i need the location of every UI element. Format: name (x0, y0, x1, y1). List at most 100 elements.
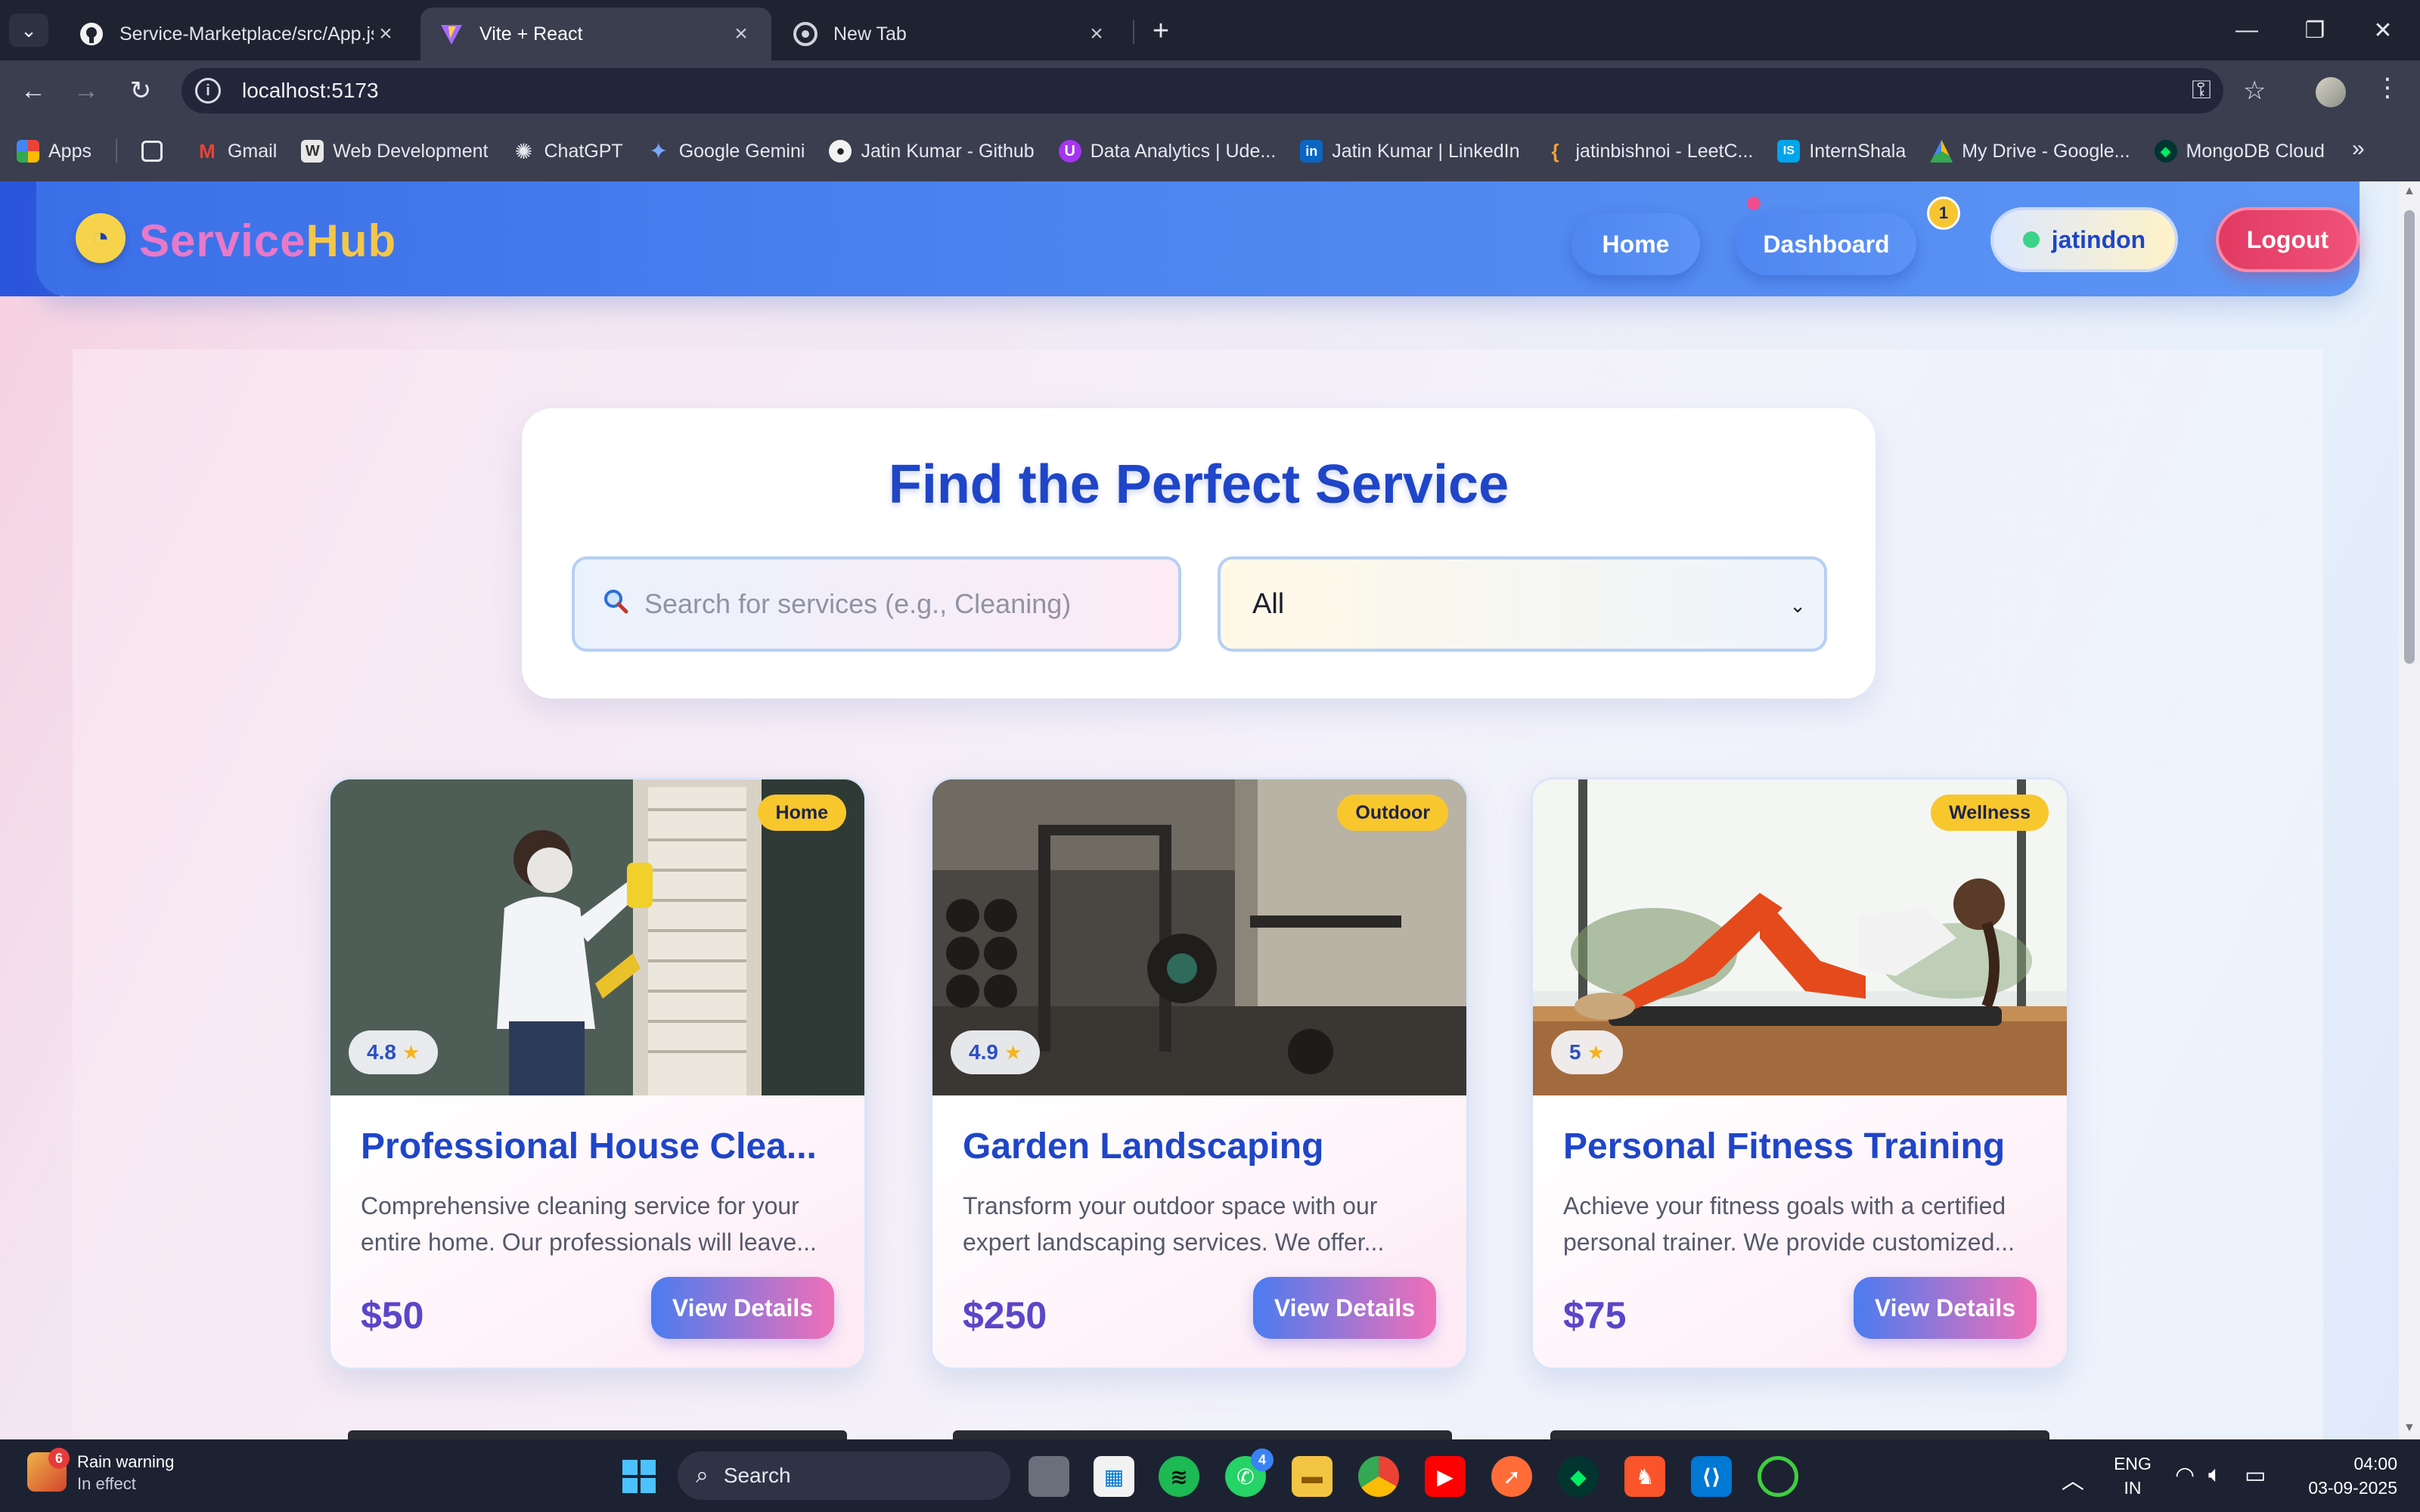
back-icon[interactable]: ← (14, 71, 53, 110)
bookmark-drive[interactable]: My Drive - Google... (1930, 140, 2130, 163)
chrome-taskbar-icon[interactable] (1358, 1456, 1399, 1497)
tray-overflow-icon[interactable]: ︿ (2062, 1462, 2084, 1495)
taskbar-search[interactable]: ⌕ Search (678, 1452, 1010, 1500)
nav-dashboard-button[interactable]: Dashboard (1736, 213, 1916, 275)
bookmark-gemini[interactable]: ✦ Google Gemini (647, 139, 805, 164)
category-select[interactable]: All ⌄ (1218, 556, 1827, 652)
weather-widget[interactable]: 6 Rain warning In effect (27, 1448, 175, 1494)
category-tag: Home (757, 795, 846, 831)
online-status-dot (2022, 231, 2040, 248)
scroll-down-icon[interactable]: ▼ (2403, 1421, 2415, 1435)
bookmark-internshala[interactable]: IS InternShala (1777, 140, 1906, 163)
forward-icon[interactable]: → (67, 71, 106, 110)
close-tab-icon[interactable]: × (374, 21, 398, 46)
view-details-button[interactable]: View Details (651, 1277, 834, 1339)
search-input[interactable] (644, 588, 1143, 620)
bookmark-linkedin[interactable]: in Jatin Kumar | LinkedIn (1300, 140, 1520, 163)
bookmark-star-icon[interactable]: ☆ (2243, 76, 2266, 106)
vscode-icon[interactable]: ⟨⟩ (1691, 1456, 1732, 1497)
taskbar: 6 Rain warning In effect ⌕ Search ▦ ≋ ✆ … (0, 1439, 2420, 1512)
scrollbar-thumb[interactable] (2404, 210, 2415, 664)
tab-vite-react[interactable]: Vite + React × (420, 8, 771, 60)
rating-badge: 4.9 ★ (951, 1030, 1041, 1074)
postman-icon[interactable]: ➚ (1491, 1456, 1532, 1497)
battery-icon[interactable]: ▭ (2245, 1462, 2266, 1489)
brand-logo[interactable]: ServiceHub (139, 215, 396, 267)
site-info-icon[interactable]: i (195, 78, 221, 104)
wifi-icon[interactable]: ◠ (2175, 1462, 2195, 1489)
tab-title: Vite + React (479, 23, 583, 45)
clock[interactable]: 04:00 03-09-2025 (2284, 1452, 2397, 1500)
service-title: Garden Landscaping (963, 1126, 1324, 1167)
logout-button[interactable]: Logout (2216, 207, 2360, 272)
tab-separator (1133, 20, 1134, 44)
view-details-button[interactable]: View Details (1854, 1277, 2037, 1339)
view-details-button[interactable]: View Details (1253, 1277, 1436, 1339)
dashboard-badge: 1 (1927, 197, 1960, 230)
language-indicator[interactable]: ENG IN (2110, 1452, 2155, 1500)
tab-title: Service-Marketplace/src/App.jsx (119, 23, 374, 45)
gmail-icon: M (199, 139, 216, 163)
service-price: $250 (963, 1294, 1047, 1337)
nav-home-button[interactable]: Home (1571, 213, 1700, 275)
service-card[interactable]: Home 4.8 ★ Professional House Clea... Com… (328, 777, 867, 1370)
task-view-icon[interactable] (1028, 1456, 1069, 1497)
github-icon (79, 21, 104, 47)
loading-app-icon[interactable] (1758, 1456, 1798, 1497)
close-tab-icon[interactable]: × (729, 21, 753, 46)
clock-logo-icon: ◔ (76, 213, 126, 263)
bookmark-gmail[interactable]: M Gmail (196, 140, 277, 163)
bookmark-web-development[interactable]: W Web Development (301, 140, 488, 163)
bookmark-udemy[interactable]: U Data Analytics | Ude... (1058, 140, 1276, 163)
new-tab-button[interactable]: + (1143, 14, 1178, 48)
bookmark-chatgpt[interactable]: ✺ ChatGPT (512, 139, 623, 163)
apps-grid-icon (17, 140, 39, 163)
tab-groups-icon[interactable] (141, 141, 172, 162)
more-bookmarks-icon[interactable]: » (2352, 136, 2365, 162)
reload-icon[interactable]: ↻ (121, 71, 160, 110)
star-icon: ★ (402, 1040, 420, 1064)
category-tag: Outdoor (1337, 795, 1448, 831)
close-window-icon[interactable]: ✕ (2349, 8, 2417, 53)
brave-icon[interactable]: ♞ (1624, 1456, 1665, 1497)
tab-search-button[interactable]: ⌄ (9, 14, 48, 47)
restore-icon[interactable]: ❐ (2281, 8, 2349, 53)
tab-new-tab[interactable]: New Tab × (774, 8, 1127, 60)
drive-icon (1930, 140, 1953, 163)
microsoft-store-icon[interactable]: ▦ (1094, 1456, 1134, 1497)
tab-github-app[interactable]: Service-Marketplace/src/App.jsx × (60, 8, 416, 60)
page-scrollbar[interactable]: ▲ ▼ (2399, 181, 2420, 1439)
chatgpt-icon: ✺ (514, 139, 533, 163)
search-field[interactable] (572, 556, 1181, 652)
mongodb-compass-icon[interactable]: ◆ (1558, 1456, 1599, 1497)
profile-avatar[interactable] (2316, 77, 2346, 107)
bookmark-leetcode[interactable]: { jatinbishnoi - LeetC... (1544, 140, 1753, 163)
address-bar[interactable]: i localhost:5173 (182, 68, 2223, 113)
minimize-icon[interactable]: — (2213, 8, 2281, 53)
next-row-card-edge (953, 1430, 1452, 1439)
youtube-icon[interactable]: ▶ (1425, 1456, 1466, 1497)
menu-kebab-icon[interactable]: ⋮ (2375, 73, 2400, 103)
search-title: Find the Perfect Service (888, 454, 1509, 515)
service-card[interactable]: Wellness 5 ★ Personal Fitness Training Ac… (1531, 777, 2069, 1370)
weather-badge: 6 (48, 1448, 70, 1469)
windows-start-icon[interactable] (619, 1456, 659, 1497)
bookmark-mongodb[interactable]: ◆ MongoDB Cloud (2154, 140, 2325, 163)
rating-badge: 4.8 ★ (349, 1030, 439, 1074)
scroll-up-icon[interactable]: ▲ (2403, 184, 2415, 198)
browser-tab-strip: ⌄ Service-Marketplace/src/App.jsx × Vite… (0, 0, 2420, 60)
volume-icon[interactable]: 🔈︎ (2208, 1462, 2222, 1488)
file-explorer-icon[interactable]: ▬ (1292, 1456, 1333, 1497)
spotify-icon[interactable]: ≋ (1159, 1456, 1199, 1497)
bookmark-apps[interactable]: Apps (17, 140, 92, 163)
linkedin-icon: in (1300, 140, 1323, 163)
search-icon: ⌕ (696, 1463, 709, 1488)
password-key-icon[interactable]: ⚿ (2192, 76, 2211, 105)
bookmark-github[interactable]: ● Jatin Kumar - Github (829, 140, 1035, 163)
close-tab-icon[interactable]: × (1084, 21, 1109, 46)
search-card: Find the Perfect Service All ⌄ (522, 408, 1876, 699)
service-card[interactable]: Outdoor 4.9 ★ Garden Landscaping Transfor… (930, 777, 1469, 1370)
user-profile-button[interactable]: jatindon (1990, 207, 2178, 272)
service-title: Professional House Clea... (361, 1126, 817, 1167)
weather-title: Rain warning (77, 1452, 175, 1471)
